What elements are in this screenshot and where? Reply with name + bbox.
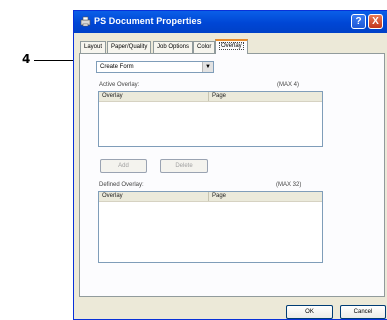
document-properties-window: PS Document Properties ? X Layout Paper/…	[73, 10, 387, 320]
chevron-down-icon[interactable]: ▼	[202, 62, 213, 72]
column-header-overlay[interactable]: Overlay	[99, 92, 209, 101]
tab-overlay[interactable]: Overlay	[215, 39, 248, 54]
column-header-page[interactable]: Page	[209, 192, 322, 201]
defined-overlay-header: Overlay Page	[99, 192, 322, 202]
callout-number: 4	[22, 52, 31, 66]
cancel-button[interactable]: Cancel	[340, 305, 386, 319]
active-overlay-list[interactable]: Overlay Page	[98, 91, 323, 147]
overlay-mode-select[interactable]: Create Form ▼	[96, 61, 214, 73]
overlay-mode-value: Create Form	[100, 64, 134, 70]
ok-button[interactable]: OK	[286, 305, 333, 319]
defined-overlay-list[interactable]: Overlay Page	[98, 191, 323, 263]
column-header-page[interactable]: Page	[209, 92, 322, 101]
close-button[interactable]: X	[368, 14, 383, 29]
printer-icon	[80, 16, 91, 27]
active-overlay-max: (MAX 4)	[277, 82, 300, 88]
title-bar[interactable]: PS Document Properties ? X	[74, 11, 387, 33]
defined-overlay-max: (MAX 32)	[276, 182, 302, 188]
tab-layout[interactable]: Layout	[80, 41, 107, 53]
defined-overlay-label: Defined Overlay:	[99, 182, 144, 188]
tab-overlay-label: Overlay	[219, 42, 244, 50]
delete-button[interactable]: Delete	[160, 159, 208, 173]
tab-color[interactable]: Color	[193, 41, 216, 53]
column-header-overlay[interactable]: Overlay	[99, 192, 209, 201]
window-title: PS Document Properties	[94, 16, 202, 26]
help-button[interactable]: ?	[351, 14, 366, 29]
add-button[interactable]: Add	[100, 159, 147, 173]
tab-paper-quality[interactable]: Paper/Quality	[107, 41, 152, 53]
tab-job-options[interactable]: Job Options	[153, 41, 194, 53]
active-overlay-label: Active Overlay:	[99, 82, 140, 88]
active-overlay-header: Overlay Page	[99, 92, 322, 102]
